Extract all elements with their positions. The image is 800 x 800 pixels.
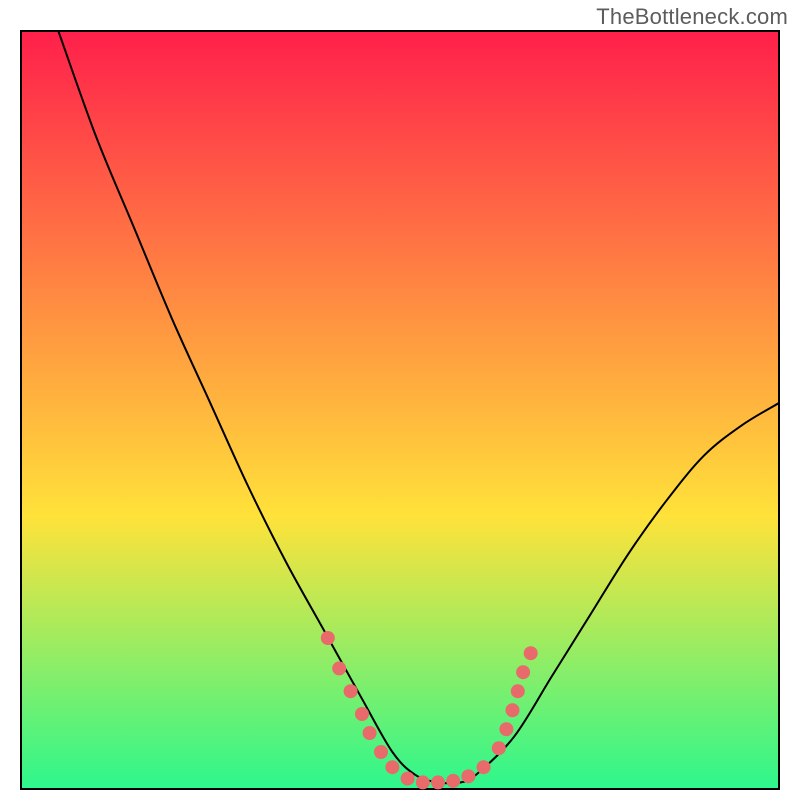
gradient-background [20,30,780,790]
highlight-point [363,726,377,740]
highlight-point [516,665,530,679]
chart-frame: TheBottleneck.com [0,0,800,800]
chart-svg [20,30,780,790]
highlight-point [477,760,491,774]
highlight-point [416,775,430,789]
highlight-point [524,646,538,660]
highlight-point [401,772,415,786]
highlight-point [461,769,475,783]
highlight-point [321,631,335,645]
highlight-point [332,661,346,675]
highlight-point [505,703,519,717]
highlight-point [374,745,388,759]
highlight-point [492,741,506,755]
highlight-point [446,774,460,788]
plot-area [20,30,780,790]
watermark-label: TheBottleneck.com [596,4,788,30]
highlight-point [385,760,399,774]
highlight-point [499,722,513,736]
highlight-point [355,707,369,721]
highlight-point [344,684,358,698]
highlight-point [511,684,525,698]
highlight-point [431,775,445,789]
